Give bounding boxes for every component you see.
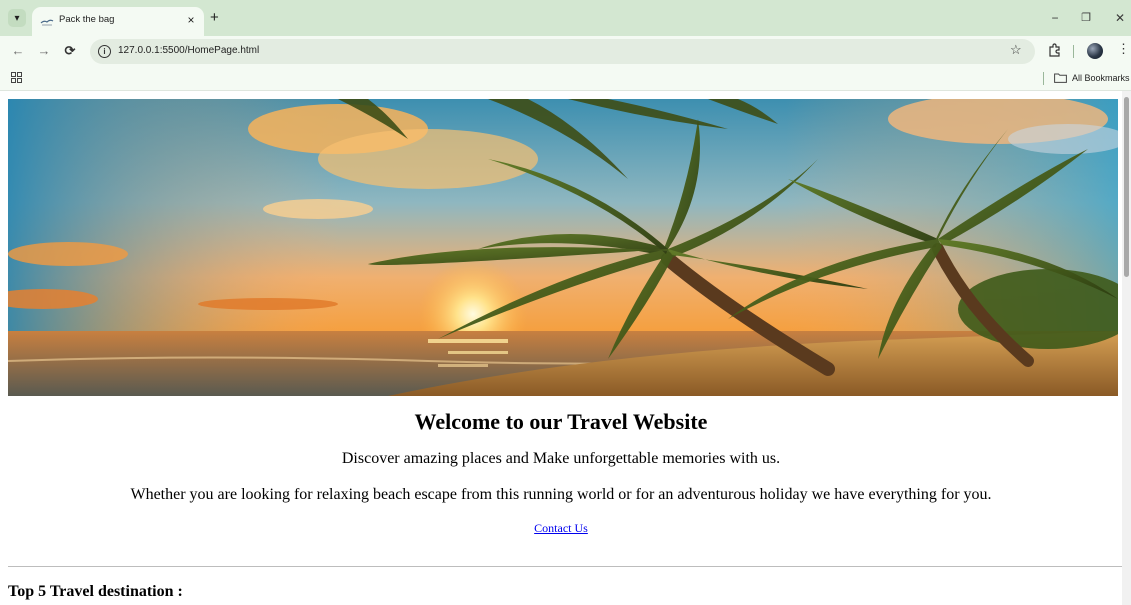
chevron-down-icon: ▾ <box>14 12 20 24</box>
kebab-menu-icon[interactable]: ⋮ <box>1117 42 1130 56</box>
avatar[interactable] <box>1087 43 1103 59</box>
url-text[interactable]: 127.0.0.1:5500/HomePage.html <box>118 45 259 56</box>
scrollbar-thumb[interactable] <box>1124 97 1129 277</box>
reload-button[interactable]: ⟳ <box>62 43 78 59</box>
tab-close-button[interactable]: × <box>184 12 198 28</box>
bookmarks-divider <box>1043 72 1044 85</box>
section-divider <box>8 566 1122 567</box>
toolbar-divider <box>1073 45 1074 58</box>
forward-button[interactable]: → <box>36 43 52 59</box>
new-tab-button[interactable]: + <box>210 10 219 26</box>
all-bookmarks-link[interactable]: All Bookmarks <box>1072 73 1130 83</box>
page-viewport: Welcome to our Travel Website Discover a… <box>0 91 1131 605</box>
contact-us-link[interactable]: Contact Us <box>534 521 588 536</box>
close-window-button[interactable]: ✕ <box>1111 9 1129 27</box>
bookmarks-bar: All Bookmarks <box>0 67 1131 91</box>
hero-banner-image <box>8 99 1118 396</box>
address-bar[interactable]: i 127.0.0.1:5500/HomePage.html ☆ <box>90 39 1035 64</box>
puzzle-icon[interactable] <box>1047 43 1062 58</box>
welcome-section: Welcome to our Travel Website Discover a… <box>0 409 1122 537</box>
top-destinations-heading: Top 5 Travel destination : <box>8 583 183 600</box>
tab-search-button[interactable]: ▾ <box>8 9 26 27</box>
info-icon[interactable]: i <box>98 45 111 58</box>
minimize-button[interactable]: − <box>1046 9 1064 27</box>
restore-button[interactable]: ❐ <box>1077 9 1095 27</box>
bird-favicon-icon <box>40 19 54 26</box>
description-paragraph: Whether you are looking for relaxing bea… <box>130 486 992 503</box>
browser-tab-strip: ▾ Pack the bag × + − ❐ ✕ <box>0 0 1131 36</box>
tab-title: Pack the bag <box>59 14 115 25</box>
bookmark-star-icon[interactable]: ☆ <box>1010 42 1022 58</box>
page-title: Welcome to our Travel Website <box>414 409 708 434</box>
browser-toolbar: ← → ⟳ i 127.0.0.1:5500/HomePage.html ☆ ⋮ <box>0 36 1131 67</box>
folder-icon[interactable] <box>1054 73 1067 83</box>
browser-tab-active[interactable]: Pack the bag × <box>32 7 204 36</box>
apps-grid-icon[interactable] <box>11 72 22 83</box>
intro-paragraph: Discover amazing places and Make unforge… <box>341 450 781 467</box>
back-button[interactable]: ← <box>10 43 26 59</box>
page-scrollbar[interactable] <box>1122 91 1131 605</box>
